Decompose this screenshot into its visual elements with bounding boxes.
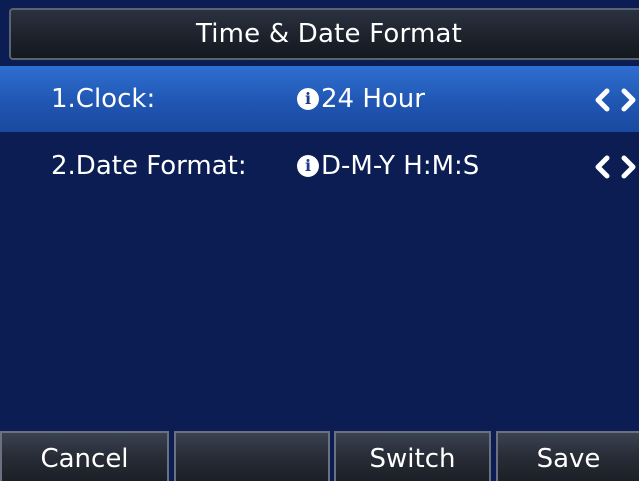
phone-screen: Time & Date Format 1.Clock: i 24 Hour 2.…	[0, 0, 639, 481]
left-right-arrows-icon[interactable]	[592, 154, 639, 180]
switch-softkey[interactable]: Switch	[334, 431, 491, 481]
cancel-softkey[interactable]: Cancel	[0, 431, 169, 481]
menu-item-clock[interactable]: 1.Clock: i 24 Hour	[0, 66, 639, 132]
title-bar: Time & Date Format	[0, 0, 639, 66]
softkey-bar: Cancel Switch Save	[0, 431, 639, 481]
info-icon: i	[297, 88, 319, 110]
menu-item-value: 24 Hour	[321, 84, 425, 114]
save-softkey[interactable]: Save	[496, 431, 639, 481]
menu-item-date-format[interactable]: 2.Date Format: i D-M-Y H:M:S	[0, 133, 639, 199]
menu-item-value: D-M-Y H:M:S	[321, 151, 480, 181]
page-title: Time & Date Format	[195, 19, 463, 49]
left-right-arrows-icon[interactable]	[592, 87, 639, 113]
menu-item-label: 2.Date Format:	[51, 151, 247, 181]
empty-softkey[interactable]	[174, 431, 330, 481]
menu-item-label: 1.Clock:	[51, 84, 156, 114]
info-icon: i	[297, 155, 319, 177]
